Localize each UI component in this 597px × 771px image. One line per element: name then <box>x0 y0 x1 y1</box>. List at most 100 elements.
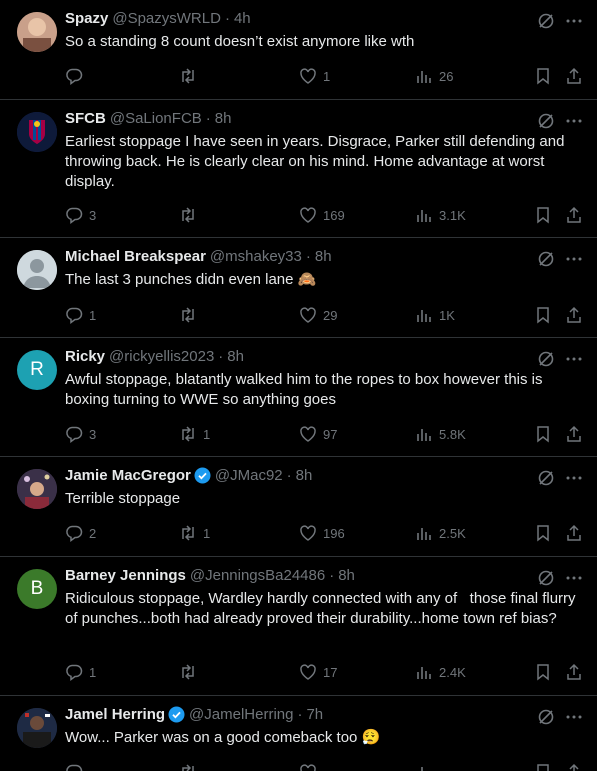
reply-button[interactable]: 2 <box>65 524 96 542</box>
reply-button[interactable]: 1 <box>65 306 96 324</box>
like-button[interactable]: 169 <box>299 206 345 224</box>
reply-button[interactable]: 1 <box>65 663 96 681</box>
retweet-button[interactable]: 1 <box>179 524 210 542</box>
views-button[interactable]: 5.8K <box>415 425 466 443</box>
reply-icon <box>65 206 83 224</box>
timestamp[interactable]: 8h <box>296 467 313 484</box>
retweet-button[interactable]: 1 <box>179 425 210 443</box>
views-icon <box>415 524 433 542</box>
bookmark-icon <box>534 524 552 542</box>
timestamp[interactable]: 8h <box>215 110 232 127</box>
bookmark-icon <box>534 306 552 324</box>
bookmark-icon <box>534 67 552 85</box>
bookmark-button[interactable] <box>534 425 552 443</box>
reply-button[interactable]: 3 <box>65 425 96 443</box>
share-button[interactable] <box>565 306 583 324</box>
share-button[interactable] <box>565 425 583 443</box>
bookmark-button[interactable] <box>534 306 552 324</box>
share-button[interactable] <box>565 524 583 542</box>
like-button[interactable]: 29 <box>299 306 337 324</box>
tweet[interactable]: Spazy @SpazysWRLD · 4h So a standing 8 coun… <box>0 0 597 100</box>
share-icon <box>565 763 583 771</box>
retweet-count: 1 <box>203 525 211 541</box>
timestamp[interactable]: 8h <box>227 348 244 365</box>
share-icon <box>565 425 583 443</box>
tweet[interactable]: SFCB @SaLionFCB · 8h Earliest stoppage I ha… <box>0 100 597 238</box>
views-count: 2.5K <box>439 525 466 541</box>
tweet[interactable]: Jamie MacGregor @JMac92 · 8h Terrible stopp… <box>0 457 597 557</box>
timestamp[interactable]: 8h <box>338 567 355 584</box>
tweet-text: So a standing 8 count doesn’t exist anym… <box>65 33 415 50</box>
author-handle[interactable]: @SpazysWRLD <box>112 10 221 27</box>
retweet-button[interactable] <box>179 763 197 771</box>
author-name[interactable]: Jamel Herring <box>65 706 165 723</box>
bookmark-button[interactable] <box>534 763 552 771</box>
tweet[interactable]: Jamel Herring @JamelHerring · 7h Wow... Par… <box>0 696 597 771</box>
retweet-button[interactable] <box>179 306 203 324</box>
reply-button[interactable] <box>65 763 83 771</box>
author-handle[interactable]: @SaLionFCB <box>110 110 202 127</box>
like-count: 169 <box>323 207 345 223</box>
views-button[interactable]: 26 <box>415 67 453 85</box>
tweet[interactable]: R Ricky @rickyellis2023 · 8h Awful stoppage… <box>0 338 597 457</box>
avatar[interactable] <box>17 469 57 509</box>
author-handle[interactable]: @mshakey33 <box>210 248 302 265</box>
reply-icon <box>65 524 83 542</box>
retweet-icon <box>179 306 197 324</box>
tweet-text: The last 3 punches didn even lane 🙈 <box>65 271 317 288</box>
bookmark-button[interactable] <box>534 206 552 224</box>
retweet-button[interactable] <box>179 206 203 224</box>
author-handle[interactable]: @JMac92 <box>215 467 283 484</box>
avatar[interactable] <box>17 250 57 290</box>
avatar[interactable] <box>17 112 57 152</box>
share-button[interactable] <box>565 663 583 681</box>
timestamp[interactable]: 7h <box>306 706 323 723</box>
author-handle[interactable]: @rickyellis2023 <box>109 348 214 365</box>
views-button[interactable] <box>415 763 433 771</box>
share-button[interactable] <box>565 67 583 85</box>
like-button[interactable]: 97 <box>299 425 337 443</box>
author-name[interactable]: Spazy <box>65 10 108 27</box>
avatar[interactable] <box>17 708 57 748</box>
views-button[interactable]: 2.5K <box>415 524 466 542</box>
author-handle[interactable]: @JenningsBa24486 <box>190 567 325 584</box>
timestamp[interactable]: 4h <box>234 10 251 27</box>
like-button[interactable]: 17 <box>299 663 337 681</box>
bookmark-icon <box>534 206 552 224</box>
like-icon <box>299 206 317 224</box>
views-button[interactable]: 3.1K <box>415 206 466 224</box>
bookmark-button[interactable] <box>534 663 552 681</box>
views-button[interactable]: 2.4K <box>415 663 466 681</box>
author-name[interactable]: Ricky <box>65 348 105 365</box>
author-name[interactable]: Michael Breakspear <box>65 248 206 265</box>
share-button[interactable] <box>565 206 583 224</box>
avatar[interactable]: R <box>17 350 57 390</box>
retweet-icon <box>179 763 197 771</box>
like-button[interactable] <box>299 763 317 771</box>
verified-icon <box>168 706 185 723</box>
timestamp[interactable]: 8h <box>315 248 332 265</box>
author-name[interactable]: Barney Jennings <box>65 567 186 584</box>
avatar[interactable]: B <box>17 569 57 609</box>
author-name[interactable]: Jamie MacGregor <box>65 467 191 484</box>
views-count: 5.8K <box>439 426 466 442</box>
author-name[interactable]: SFCB <box>65 110 106 127</box>
reply-count: 3 <box>89 207 97 223</box>
tweet[interactable]: B Barney Jennings @JenningsBa24486 · 8h Rid… <box>0 557 597 696</box>
author-handle[interactable]: @JamelHerring <box>189 706 293 723</box>
retweet-button[interactable] <box>179 67 203 85</box>
avatar[interactable] <box>17 12 57 52</box>
share-icon <box>565 524 583 542</box>
retweet-button[interactable] <box>179 663 203 681</box>
like-button[interactable]: 1 <box>299 67 330 85</box>
like-icon <box>299 67 317 85</box>
bookmark-button[interactable] <box>534 67 552 85</box>
bookmark-button[interactable] <box>534 524 552 542</box>
views-button[interactable]: 1K <box>415 306 455 324</box>
like-button[interactable]: 196 <box>299 524 345 542</box>
bookmark-icon <box>534 763 552 771</box>
reply-button[interactable]: 3 <box>65 206 96 224</box>
reply-button[interactable] <box>65 67 89 85</box>
tweet[interactable]: Michael Breakspear @mshakey33 · 8h The last… <box>0 238 597 338</box>
share-button[interactable] <box>565 763 583 771</box>
